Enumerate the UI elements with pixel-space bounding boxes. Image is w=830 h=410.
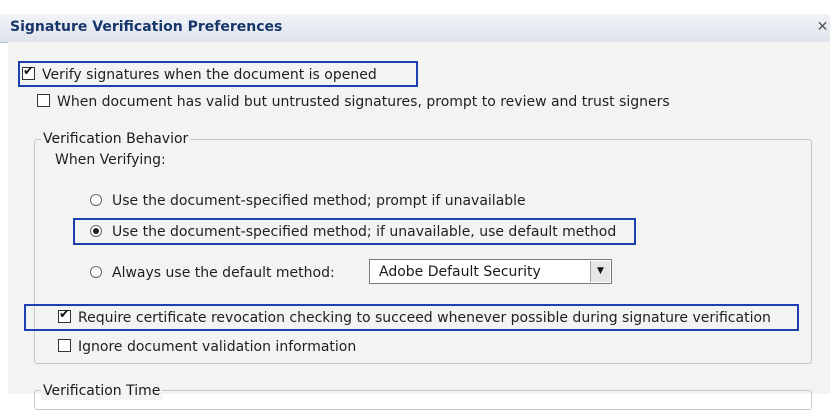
verify-on-open-checkbox[interactable]: ✔ xyxy=(22,64,35,80)
require-revocation-checkbox[interactable]: ✔ xyxy=(58,307,71,323)
title-bar: Signature Verification Preferences ✕ xyxy=(0,14,830,43)
radio-default-fallback-button[interactable] xyxy=(90,225,102,237)
when-verifying-label: When Verifying: xyxy=(55,152,166,168)
prompt-untrusted-option[interactable]: When document has valid but untrusted si… xyxy=(37,93,670,111)
radio-selected-dot xyxy=(93,228,99,234)
require-revocation-option[interactable]: ✔ Require certificate revocation checking… xyxy=(58,307,771,327)
require-revocation-label: Require certificate revocation checking … xyxy=(78,310,771,326)
check-icon: ✔ xyxy=(59,307,70,322)
default-method-select[interactable]: Adobe Default Security ▼ xyxy=(369,259,612,284)
default-method-value: Adobe Default Security xyxy=(379,264,541,280)
close-icon[interactable]: ✕ xyxy=(815,19,830,36)
radio-always-default-label: Always use the default method: xyxy=(112,265,335,281)
prompt-untrusted-checkbox[interactable] xyxy=(37,94,50,107)
verify-on-open-label: Verify signatures when the document is o… xyxy=(42,67,377,83)
ignore-validation-option[interactable]: Ignore document validation information xyxy=(58,338,356,356)
verify-on-open-option[interactable]: ✔ Verify signatures when the document is … xyxy=(22,64,377,84)
radio-default-fallback-option[interactable]: Use the document-specified method; if un… xyxy=(90,223,616,241)
ignore-validation-label: Ignore document validation information xyxy=(78,339,357,355)
chevron-down-icon[interactable]: ▼ xyxy=(590,261,610,282)
radio-always-default-button[interactable] xyxy=(90,266,102,278)
radio-always-default-option[interactable]: Always use the default method: xyxy=(90,264,335,282)
window-title: Signature Verification Preferences xyxy=(10,19,283,35)
radio-prompt-label: Use the document-specified method; promp… xyxy=(112,193,526,209)
ignore-validation-checkbox[interactable] xyxy=(58,339,71,352)
verification-behavior-group xyxy=(34,139,812,364)
verification-time-label: Verification Time xyxy=(41,382,163,400)
prompt-untrusted-label: When document has valid but untrusted si… xyxy=(57,94,670,110)
check-icon: ✔ xyxy=(23,64,34,79)
verification-behavior-label: Verification Behavior xyxy=(41,130,191,148)
radio-prompt-option[interactable]: Use the document-specified method; promp… xyxy=(90,192,526,210)
radio-prompt-button[interactable] xyxy=(90,194,102,206)
radio-default-fallback-label: Use the document-specified method; if un… xyxy=(112,224,617,240)
